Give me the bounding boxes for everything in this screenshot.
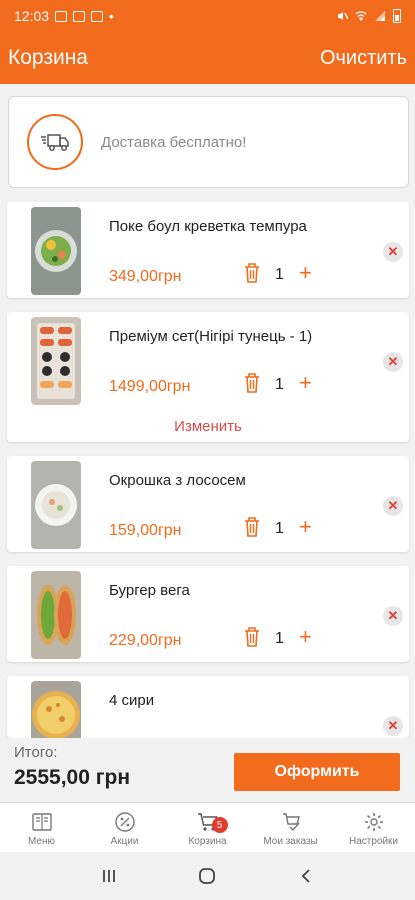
bottom-tab-bar: Меню Акции 5 Корзина Мои заказы Настройк…	[0, 802, 415, 852]
cart-count-badge: 5	[211, 817, 228, 833]
increase-quantity-button[interactable]: +	[299, 372, 312, 394]
product-price: 1499,00грн	[109, 378, 191, 395]
tab-label: Мои заказы	[263, 836, 318, 847]
delivery-text: Доставка бесплатно!	[101, 133, 247, 151]
cart-item: Поке боул креветка темпура 349,00грн 1 +…	[7, 202, 409, 298]
remove-item-button[interactable]: ✕	[383, 716, 403, 736]
cart-item: 4 сири ✕	[7, 676, 409, 738]
mute-icon	[338, 12, 348, 20]
product-price: 159,00грн	[109, 522, 182, 539]
gear-icon	[364, 813, 383, 831]
remove-item-button[interactable]: ✕	[383, 352, 403, 372]
product-image[interactable]	[31, 317, 81, 405]
home-button[interactable]	[187, 856, 227, 896]
product-image[interactable]	[31, 207, 81, 295]
home-icon	[199, 868, 216, 884]
tab-label: Корзина	[188, 836, 227, 847]
tab-label: Настройки	[348, 836, 399, 847]
trash-icon[interactable]	[243, 372, 261, 394]
total-label: Итого:	[14, 744, 58, 761]
product-name: Бургер вега	[109, 582, 190, 599]
tab-my-orders[interactable]: Мои заказы	[249, 803, 332, 852]
page-title: Корзина	[8, 46, 88, 69]
shield-icon	[91, 10, 104, 22]
tab-cart[interactable]: 5 Корзина	[166, 803, 249, 852]
product-name: 4 сири	[109, 692, 155, 709]
remove-item-button[interactable]: ✕	[383, 496, 403, 516]
app-bar: Корзина Очистить	[0, 32, 415, 84]
quantity-value: 1	[275, 266, 284, 283]
cart-item: Бургер вега 229,00грн 1 + ✕	[7, 566, 409, 662]
clear-cart-button[interactable]: Очистить	[320, 47, 407, 70]
cart-item: Окрошка з лососем 159,00грн 1 + ✕	[7, 456, 409, 552]
product-image[interactable]	[31, 571, 81, 659]
gallery-icon	[55, 10, 68, 22]
remove-item-button[interactable]: ✕	[383, 242, 403, 262]
tab-menu[interactable]: Меню	[0, 803, 83, 852]
tab-settings[interactable]: Настройки	[332, 803, 415, 852]
status-time: 12:03	[14, 8, 50, 24]
quantity-value: 1	[275, 630, 284, 647]
product-name: Окрошка з лососем	[109, 472, 246, 489]
trash-icon[interactable]	[243, 516, 261, 538]
checkout-footer: Итого: 2555,00 грн Оформить	[0, 738, 415, 802]
trash-icon[interactable]	[243, 626, 261, 648]
product-image[interactable]	[31, 461, 81, 549]
product-price: 229,00грн	[109, 632, 182, 649]
quantity-value: 1	[275, 520, 284, 537]
battery-icon	[393, 9, 401, 23]
product-price: 349,00грн	[109, 268, 182, 285]
system-navigation-bar	[0, 852, 415, 900]
truck-icon	[27, 114, 83, 170]
increase-quantity-button[interactable]: +	[299, 626, 312, 648]
signal-icon	[375, 11, 385, 21]
increase-quantity-button[interactable]: +	[299, 262, 312, 284]
back-button[interactable]	[286, 856, 326, 896]
camera-icon	[73, 10, 86, 22]
recent-apps-icon	[103, 870, 116, 882]
increase-quantity-button[interactable]: +	[299, 516, 312, 538]
remove-item-button[interactable]: ✕	[383, 606, 403, 626]
change-set-link[interactable]: Изменить	[7, 418, 409, 435]
total-value: 2555,00 грн	[14, 766, 131, 789]
recent-apps-button[interactable]	[89, 856, 129, 896]
notification-dot-icon: •	[109, 8, 114, 24]
product-name: Поке боул креветка темпура	[109, 218, 307, 235]
cart-item: Преміум сет(Нігірі тунець - 1) 1499,00гр…	[7, 312, 409, 442]
wifi-icon	[355, 11, 367, 22]
delivery-info-card: Доставка бесплатно!	[8, 96, 409, 188]
product-name: Преміум сет(Нігірі тунець - 1)	[109, 328, 313, 345]
discount-icon	[114, 812, 135, 832]
menu-book-icon	[31, 813, 52, 831]
tab-label: Меню	[27, 836, 56, 847]
checkout-button[interactable]: Оформить	[234, 753, 400, 791]
product-image[interactable]	[31, 681, 81, 738]
tab-promotions[interactable]: Акции	[83, 803, 166, 852]
orders-icon	[282, 813, 300, 832]
quantity-value: 1	[275, 376, 284, 393]
tab-label: Акции	[110, 836, 139, 847]
trash-icon[interactable]	[243, 262, 261, 284]
status-bar: 12:03 •	[0, 0, 415, 32]
back-icon	[301, 869, 310, 883]
